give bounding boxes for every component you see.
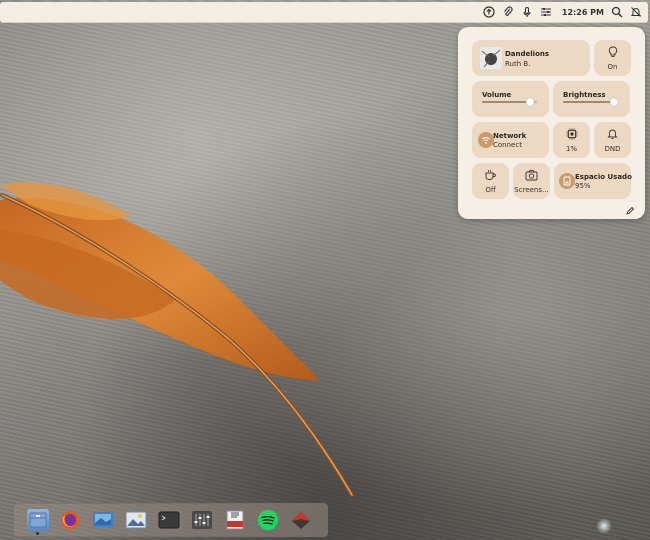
caffeine-toggle-tile[interactable]: Off bbox=[472, 163, 509, 199]
lightbulb-icon bbox=[608, 46, 617, 57]
sliders-icon[interactable] bbox=[539, 5, 553, 19]
search-icon[interactable] bbox=[610, 5, 624, 19]
cpu-usage-tile[interactable]: 1% bbox=[553, 122, 590, 158]
firefox-icon[interactable] bbox=[59, 509, 81, 531]
active-app-indicator bbox=[36, 532, 39, 535]
paperclip-icon[interactable] bbox=[501, 5, 515, 19]
inkscape-icon[interactable] bbox=[290, 509, 312, 531]
volume-label: Volume bbox=[482, 91, 512, 99]
image-viewer-icon[interactable] bbox=[125, 509, 147, 531]
screenshot-label: Screens... bbox=[514, 185, 549, 194]
archive-icon[interactable] bbox=[224, 509, 246, 531]
upload-icon[interactable] bbox=[482, 5, 496, 19]
light-toggle-tile[interactable]: On bbox=[594, 40, 631, 76]
terminal-icon[interactable] bbox=[158, 509, 180, 531]
brightness-label: Brightness bbox=[563, 91, 606, 99]
disk-icon bbox=[559, 173, 575, 189]
light-toggle-label: On bbox=[607, 62, 618, 71]
glare-spot bbox=[596, 518, 612, 534]
cpu-usage-label: 1% bbox=[565, 144, 578, 153]
bell-icon bbox=[607, 129, 618, 139]
network-status: Connect bbox=[493, 141, 522, 149]
disk-usage-tile[interactable]: Espacio Usado 95% bbox=[554, 163, 632, 199]
media-artist: Ruth B. bbox=[505, 60, 531, 68]
files-icon[interactable] bbox=[27, 509, 49, 531]
dnd-toggle-tile[interactable]: DND bbox=[594, 122, 631, 158]
camera-icon bbox=[525, 169, 538, 180]
spotify-icon[interactable] bbox=[257, 509, 279, 531]
cpu-icon bbox=[566, 128, 577, 139]
dock bbox=[13, 503, 328, 537]
brightness-slider[interactable] bbox=[563, 98, 618, 106]
wifi-icon bbox=[478, 132, 494, 148]
network-label: Network bbox=[493, 132, 527, 140]
clock[interactable]: 12:26 PM bbox=[562, 8, 604, 17]
coffee-cup-icon bbox=[485, 169, 496, 180]
brightness-slider-knob[interactable] bbox=[609, 98, 618, 106]
notifications-off-icon[interactable] bbox=[629, 5, 643, 19]
dnd-label: DND bbox=[604, 144, 621, 153]
network-tile[interactable]: Network Connect bbox=[472, 122, 549, 158]
media-player-tile[interactable]: Dandelions Ruth B. bbox=[472, 40, 590, 76]
disk-usage-label: Espacio Usado bbox=[575, 173, 632, 181]
volume-slider-tile[interactable]: Volume bbox=[472, 81, 549, 117]
quick-settings-panel: Dandelions Ruth B. On Volume Brightness … bbox=[458, 27, 645, 219]
volume-slider-fill bbox=[482, 101, 531, 103]
screenshot-tile[interactable]: Screens... bbox=[513, 163, 550, 199]
media-title: Dandelions bbox=[505, 50, 550, 58]
mixer-icon[interactable] bbox=[191, 509, 213, 531]
disk-usage-value: 95% bbox=[575, 182, 591, 190]
album-art bbox=[480, 47, 502, 69]
pencil-icon[interactable] bbox=[625, 201, 635, 215]
brightness-slider-tile[interactable]: Brightness bbox=[553, 81, 630, 117]
desktop-viewer-icon[interactable] bbox=[92, 509, 114, 531]
top-bar: 12:26 PM bbox=[0, 2, 648, 23]
caffeine-label: Off bbox=[485, 185, 496, 194]
volume-slider-knob[interactable] bbox=[526, 98, 535, 106]
microphone-icon[interactable] bbox=[520, 5, 534, 19]
brightness-slider-fill bbox=[563, 101, 614, 103]
volume-slider[interactable] bbox=[482, 98, 537, 106]
